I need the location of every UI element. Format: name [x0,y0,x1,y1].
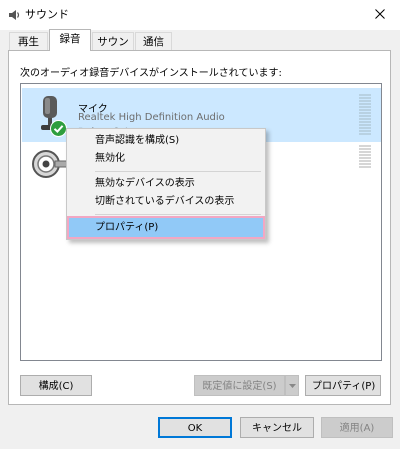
title-bar[interactable]: サウンド [0,0,400,30]
level-meter [359,94,371,136]
properties-button[interactable]: プロパティ(P) [305,375,381,396]
default-device-check-icon [50,120,67,137]
menu-separator [95,214,261,215]
set-default-dropdown-button[interactable] [285,375,299,396]
menu-item-show-disabled[interactable]: 無効なデバイスの表示 [69,174,263,193]
context-menu: 音声認識を構成(S) 無効化 無効なデバイスの表示 切断されているデバイスの表示… [66,128,266,240]
close-icon [375,9,385,19]
menu-separator [95,171,261,172]
chevron-down-icon [288,383,296,388]
cancel-button[interactable]: キャンセル [240,417,314,438]
instruction-text: 次のオーディオ録音デバイスがインストールされています: [20,68,282,79]
tab-recording[interactable]: 録音 [49,29,91,51]
level-meter [359,145,371,169]
window-title: サウンド [25,8,69,21]
menu-item-disable[interactable]: 無効化 [69,149,263,168]
menu-item-properties[interactable]: プロパティ(P) [67,216,265,239]
line-in-jack-icon [32,150,68,178]
apply-button[interactable]: 適用(A) [321,417,393,438]
configure-button[interactable]: 構成(C) [20,375,92,396]
menu-item-show-disconnected[interactable]: 切断されているデバイスの表示 [69,192,263,211]
ok-button[interactable]: OK [158,417,232,438]
tab-sounds[interactable]: サウンド [92,32,134,66]
speaker-icon [9,10,20,20]
tab-playback[interactable]: 再生 [9,32,48,51]
menu-item-configure-speech[interactable]: 音声認識を構成(S) [69,131,263,150]
set-default-button[interactable]: 既定値に設定(S) [194,375,285,396]
tab-communications[interactable]: 通信 [135,32,172,51]
device-driver: Realtek High Definition Audio [78,112,225,123]
close-button[interactable] [360,0,400,28]
